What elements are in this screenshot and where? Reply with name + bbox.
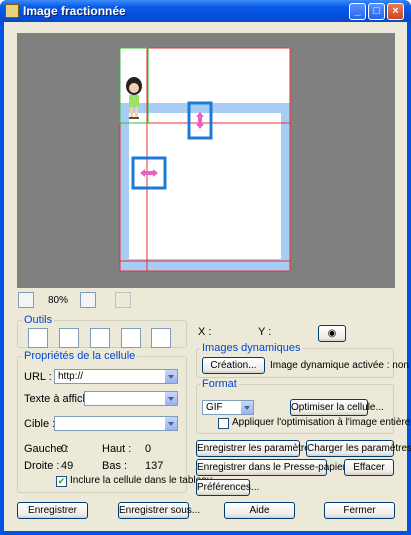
include-cell-label: Inclure la cellule dans le tableau bbox=[70, 475, 213, 486]
right-value: 49 bbox=[61, 460, 74, 472]
close-button[interactable]: Fermer bbox=[324, 502, 395, 519]
text-dropdown-icon[interactable] bbox=[164, 392, 177, 405]
preview-eye-button[interactable]: ◉ bbox=[318, 325, 346, 342]
format-dropdown-icon[interactable] bbox=[240, 401, 253, 414]
window-title: Image fractionnée bbox=[23, 4, 126, 18]
load-params-button[interactable]: Charger les paramètres... bbox=[306, 440, 411, 457]
target-field[interactable] bbox=[54, 416, 178, 431]
format-legend: Format bbox=[200, 378, 239, 390]
fit-view-icon[interactable] bbox=[18, 292, 34, 308]
app-icon bbox=[5, 4, 19, 18]
title-bar[interactable]: Image fractionnée _ □ × bbox=[0, 0, 411, 22]
slice-tool-icon[interactable] bbox=[59, 328, 79, 348]
format-select[interactable]: GIF bbox=[202, 400, 254, 415]
help-button[interactable]: Aide bbox=[224, 502, 295, 519]
eraser-tool-icon[interactable] bbox=[121, 328, 141, 348]
url-dropdown-icon[interactable] bbox=[164, 370, 177, 383]
plus-icon bbox=[115, 292, 131, 308]
format-value: GIF bbox=[206, 402, 223, 413]
slice-canvas[interactable] bbox=[17, 33, 395, 288]
maximize-button[interactable]: □ bbox=[368, 3, 385, 20]
include-cell-checkbox[interactable]: ✔ bbox=[56, 476, 67, 487]
dynamic-status: Image dynamique activée : non bbox=[270, 360, 409, 371]
top-value: 0 bbox=[145, 443, 152, 455]
url-value: http:// bbox=[58, 371, 84, 382]
target-dropdown-icon[interactable] bbox=[164, 417, 177, 430]
zoom-icon[interactable] bbox=[80, 292, 96, 308]
target-label: Cible : bbox=[24, 418, 56, 430]
create-dynamic-button[interactable]: Création... bbox=[202, 357, 265, 374]
clear-button[interactable]: Effacer bbox=[344, 459, 394, 476]
zoom-level: 80% bbox=[48, 295, 69, 306]
left-value: 0 bbox=[61, 443, 68, 455]
bottom-label: Bas : bbox=[102, 460, 128, 472]
apply-optimization-label: Appliquer l'optimisation à l'image entiè… bbox=[232, 417, 411, 428]
save-params-button[interactable]: Enregistrer les paramètres... bbox=[196, 440, 323, 457]
bottom-value: 137 bbox=[145, 460, 164, 472]
url-label: URL : bbox=[24, 371, 52, 383]
dynamic-legend: Images dynamiques bbox=[200, 342, 303, 354]
right-label: Droite : bbox=[24, 460, 60, 472]
line-tool-icon[interactable] bbox=[90, 328, 110, 348]
eye-icon: ◉ bbox=[327, 328, 337, 339]
hand-tool-icon[interactable] bbox=[151, 328, 171, 348]
dialog-body: 80% Outils X : Y : ◉ Propriétés de la ce… bbox=[4, 22, 411, 531]
url-field[interactable]: http:// bbox=[54, 369, 178, 384]
save-clipboard-button[interactable]: Enregistrer dans le Presse-papiers... bbox=[196, 459, 359, 476]
text-field[interactable] bbox=[84, 391, 178, 406]
save-as-button[interactable]: Enregistrer sous... bbox=[118, 502, 200, 519]
close-window-button[interactable]: × bbox=[387, 3, 404, 20]
minimize-button[interactable]: _ bbox=[349, 3, 366, 20]
preferences-button[interactable]: Préférences... bbox=[196, 479, 259, 496]
cell-legend: Propriétés de la cellule bbox=[22, 350, 138, 362]
x-label: X : bbox=[198, 326, 212, 338]
window-frame: Image fractionnée _ □ × 80% Outils X: Y… bbox=[0, 0, 411, 535]
tools-legend: Outils bbox=[22, 314, 55, 326]
pointer-tool-icon[interactable] bbox=[28, 328, 48, 348]
top-label: Haut : bbox=[102, 443, 132, 455]
apply-optimization-checkbox[interactable] bbox=[218, 418, 229, 429]
optimize-cell-button[interactable]: Optimiser la cellule... bbox=[290, 399, 384, 416]
y-label: Y : bbox=[258, 326, 272, 338]
slice-preview[interactable] bbox=[17, 33, 395, 288]
save-button[interactable]: Enregistrer bbox=[17, 502, 88, 519]
